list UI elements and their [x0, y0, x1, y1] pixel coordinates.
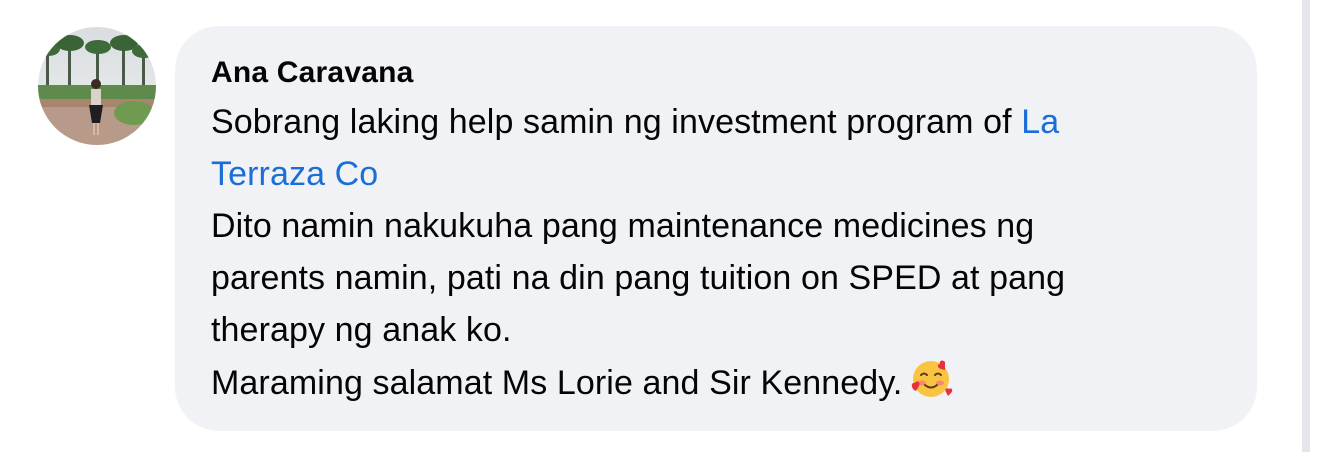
mention-link[interactable]: Terraza Co	[211, 155, 378, 193]
avatar[interactable]	[38, 27, 156, 145]
mention-link[interactable]: La	[1021, 103, 1059, 141]
comment-bubble: Ana Caravana Sobrang laking help samin n…	[175, 26, 1257, 431]
comment-line-text: Maraming salamat Ms Lorie and Sir Kenned…	[211, 364, 903, 402]
comment-line: therapy ng anak ko.	[211, 311, 512, 349]
avatar-photo	[38, 27, 156, 145]
comment-line: Dito namin nakukuha pang maintenance med…	[211, 207, 1035, 245]
comment-author[interactable]: Ana Caravana	[211, 54, 1227, 92]
scrollbar[interactable]	[1302, 0, 1310, 452]
comment-text: Sobrang laking help samin ng investment …	[211, 96, 1227, 409]
comment-line: Terraza Co	[211, 148, 1227, 200]
comment-line: parents namin, pati na din pang tuition …	[211, 259, 1066, 297]
comment-line: Sobrang laking help samin ng investment …	[211, 96, 1227, 148]
smiling-face-with-hearts-icon	[908, 356, 954, 402]
comment-line-text: Sobrang laking help samin ng investment …	[211, 103, 1022, 141]
comment-line: Maraming salamat Ms Lorie and Sir Kenned…	[211, 356, 1227, 409]
